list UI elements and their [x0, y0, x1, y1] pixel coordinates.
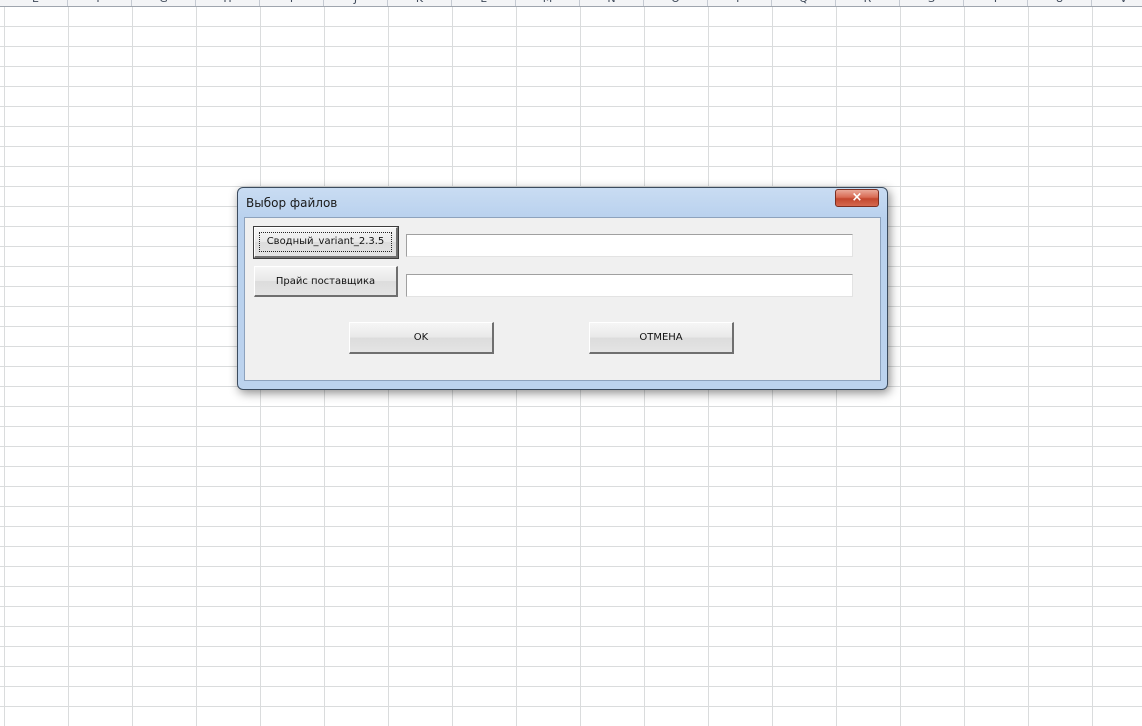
column-header[interactable]: G [132, 0, 196, 6]
column-header[interactable]: S [900, 0, 964, 6]
dialog-title: Выбор файлов [246, 196, 338, 210]
column-header[interactable]: F [68, 0, 132, 6]
column-header[interactable]: L [452, 0, 516, 6]
dialog-body: Сводный_variant_2.3.5 Прайс поставщика O… [244, 217, 881, 381]
ok-button-label: OK [413, 332, 429, 343]
column-header[interactable]: I [260, 0, 324, 6]
column-header[interactable]: R [836, 0, 900, 6]
ok-button[interactable]: OK [349, 322, 494, 354]
column-header[interactable]: T [964, 0, 1028, 6]
svodny-file-path-field[interactable] [406, 234, 853, 257]
cancel-button[interactable]: ОТМЕНА [589, 322, 734, 354]
select-supplier-price-button[interactable]: Прайс поставщика [254, 266, 398, 297]
column-header[interactable]: O [644, 0, 708, 6]
column-header[interactable]: Q [772, 0, 836, 6]
supplier-price-file-path-field[interactable] [406, 274, 853, 297]
column-header[interactable]: V [1092, 0, 1142, 6]
focus-rectangle [259, 232, 392, 252]
select-supplier-price-label: Прайс поставщика [275, 276, 376, 287]
column-header[interactable]: J [324, 0, 388, 6]
column-header-bar: EFGHIJKLMNOPQRSTUV [0, 0, 1142, 7]
column-header[interactable]: M [516, 0, 580, 6]
column-header[interactable]: N [580, 0, 644, 6]
column-header[interactable]: U [1028, 0, 1092, 6]
select-svodny-file-button[interactable]: Сводный_variant_2.3.5 [253, 226, 399, 259]
close-button[interactable]: × [835, 189, 879, 207]
file-selection-dialog: Выбор файлов × Сводный_variant_2.3.5 Пра… [237, 187, 888, 390]
column-header[interactable]: E [4, 0, 68, 6]
cancel-button-label: ОТМЕНА [639, 332, 683, 343]
column-header[interactable]: K [388, 0, 452, 6]
column-header[interactable]: P [708, 0, 772, 6]
column-header[interactable]: H [196, 0, 260, 6]
